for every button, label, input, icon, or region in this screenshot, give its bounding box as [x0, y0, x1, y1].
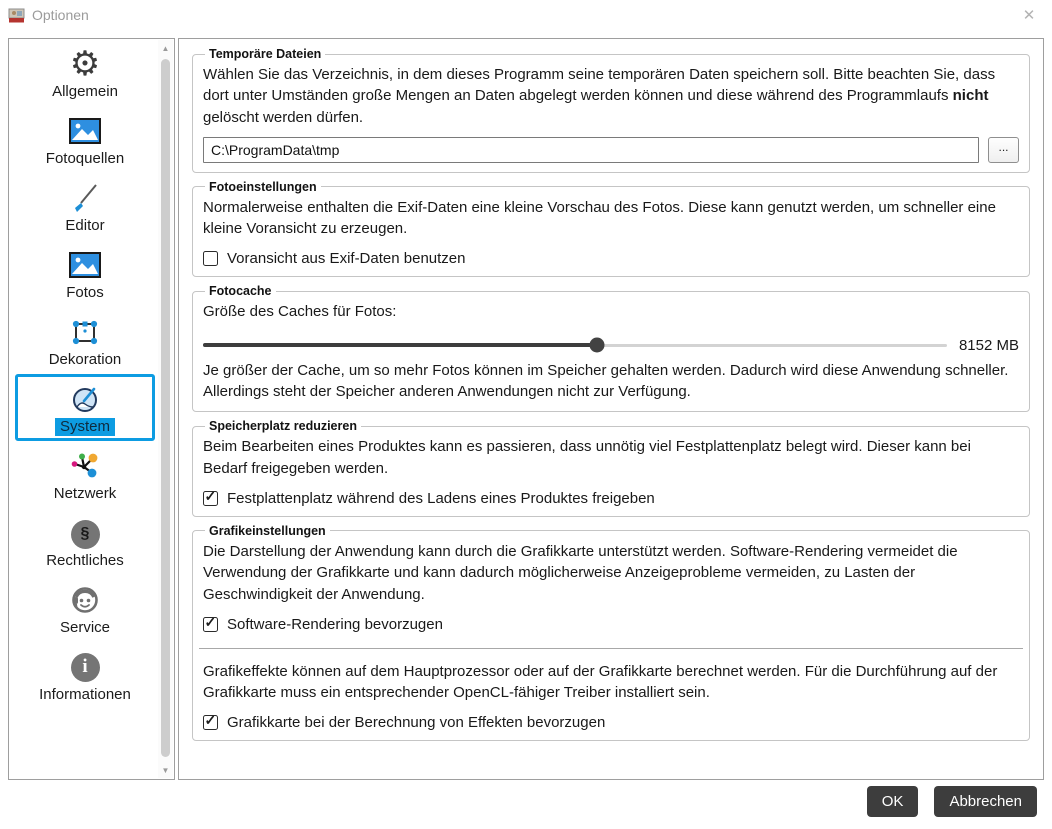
section-legend: Grafikeinstellungen [209, 523, 326, 538]
settings-panel: Temporäre Dateien Wählen Sie das Verzeic… [178, 38, 1044, 780]
sidebar-item-allgemein[interactable]: ⚙ Allgemein [15, 39, 155, 106]
gauge-icon [73, 387, 97, 412]
sidebar-item-label: Rechtliches [46, 552, 124, 569]
exif-preview-checkbox[interactable] [203, 251, 218, 267]
section-description: Normalerweise enthalten die Exif-Daten e… [203, 198, 996, 238]
section-description: Die Darstellung der Anwendung kann durch… [203, 542, 958, 603]
selection-frame-icon [72, 320, 98, 345]
options-dialog: Optionen ✕ ⚙ Allgemein Fotoquellen Edito… [0, 0, 1052, 829]
section-speicherplatz: Speicherplatz reduzieren Beim Bearbeiten… [192, 419, 1030, 517]
paragraph-icon: § [70, 519, 100, 549]
sidebar-item-label: Dekoration [48, 351, 122, 368]
divider [199, 647, 1023, 649]
sidebar-item-label: Fotoquellen [45, 150, 125, 167]
sidebar-item-editor[interactable]: Editor [15, 173, 155, 240]
headset-support-icon [72, 587, 98, 613]
dialog-footer: OK Abbrechen [866, 786, 1037, 817]
exif-preview-checkbox-row[interactable]: Voransicht aus Exif-Daten benutzen [203, 250, 1019, 267]
browse-button[interactable]: ... [988, 136, 1019, 163]
section-description: Wählen Sie das Verzeichnis, in dem diese… [203, 66, 996, 126]
info-icon: i [70, 652, 100, 682]
image-icon [69, 252, 101, 278]
ok-button[interactable]: OK [866, 786, 919, 817]
free-disk-checkbox-row[interactable]: Festplattenplatz während des Ladens eine… [203, 488, 1019, 507]
sidebar-scrollbar[interactable]: ▲ ▼ [158, 40, 173, 778]
close-icon[interactable]: ✕ [1014, 2, 1044, 28]
temp-path-row: ... [203, 136, 1019, 163]
section-temporaere-dateien: Temporäre Dateien Wählen Sie das Verzeic… [192, 47, 1030, 173]
brush-icon [75, 184, 97, 212]
checkbox-label: Festplattenplatz während des Ladens eine… [227, 489, 655, 507]
sidebar: ⚙ Allgemein Fotoquellen Editor Fotos Dek… [8, 38, 175, 780]
software-rendering-checkbox-row[interactable]: Software-Rendering bevorzugen [203, 614, 1019, 633]
checkbox-label: Voransicht aus Exif-Daten benutzen [227, 250, 466, 268]
sidebar-item-rechtliches[interactable]: § Rechtliches [15, 508, 155, 575]
section-legend: Speicherplatz reduzieren [209, 419, 357, 434]
gear-icon: ⚙ [69, 45, 101, 83]
cache-size-label: Größe des Caches für Fotos: [203, 303, 397, 321]
sidebar-item-label: Service [59, 619, 111, 636]
section-grafikeinstellungen: Grafikeinstellungen Die Darstellung der … [192, 523, 1030, 742]
cancel-button[interactable]: Abbrechen [934, 786, 1037, 817]
network-icon [71, 453, 98, 478]
section-legend: Fotoeinstellungen [209, 179, 317, 194]
window-title: Optionen [32, 7, 89, 23]
sidebar-item-service[interactable]: Service [15, 575, 155, 642]
free-disk-checkbox[interactable] [203, 488, 218, 506]
cache-size-value: 8152 MB [958, 336, 1019, 354]
sidebar-item-label: System [54, 418, 115, 436]
sidebar-item-dekoration[interactable]: Dekoration [15, 307, 155, 374]
section-fotoeinstellungen: Fotoeinstellungen Normalerweise enthalte… [192, 179, 1030, 278]
sidebar-item-fotoquellen[interactable]: Fotoquellen [15, 106, 155, 173]
gpu-effects-checkbox[interactable] [203, 712, 218, 731]
cache-size-slider[interactable] [203, 337, 947, 353]
sidebar-item-fotos[interactable]: Fotos [15, 240, 155, 307]
checkbox-label: Grafikkarte bei der Berechnung von Effek… [227, 714, 606, 732]
image-icon [69, 118, 101, 144]
section-fotocache: Fotocache Größe des Caches für Fotos: 81… [192, 284, 1030, 413]
sidebar-item-label: Fotos [66, 284, 104, 301]
section-legend: Temporäre Dateien [209, 47, 322, 61]
slider-fill [203, 343, 598, 348]
titlebar: Optionen ✕ [0, 0, 1052, 30]
sidebar-item-label: Editor [65, 217, 105, 234]
sidebar-item-netzwerk[interactable]: Netzwerk [15, 441, 155, 508]
section-description: Grafikeffekte können auf dem Hauptprozes… [203, 662, 998, 702]
scroll-down-icon[interactable]: ▼ [158, 762, 173, 778]
section-description: Je größer der Cache, um so mehr Fotos kö… [203, 361, 1009, 401]
app-icon [8, 8, 25, 22]
sidebar-item-label: Allgemein [52, 83, 118, 100]
sidebar-item-label: Netzwerk [53, 485, 117, 502]
software-rendering-checkbox[interactable] [203, 614, 218, 632]
scrollbar-thumb[interactable] [161, 59, 170, 757]
checkbox-label: Software-Rendering bevorzugen [227, 615, 443, 633]
sidebar-item-system[interactable]: System [15, 374, 155, 441]
temp-path-input[interactable] [203, 136, 979, 163]
section-legend: Fotocache [209, 284, 272, 299]
scroll-up-icon[interactable]: ▲ [158, 40, 173, 56]
gpu-effects-checkbox-row[interactable]: Grafikkarte bei der Berechnung von Effek… [203, 712, 1019, 732]
section-description: Beim Bearbeiten eines Produktes kann es … [203, 438, 971, 477]
cache-slider-row: 8152 MB [203, 337, 1019, 354]
sidebar-nav: ⚙ Allgemein Fotoquellen Editor Fotos Dek… [9, 39, 159, 709]
sidebar-item-informationen[interactable]: i Informationen [15, 642, 155, 709]
slider-thumb[interactable] [589, 337, 605, 353]
sidebar-item-label: Informationen [39, 686, 131, 703]
